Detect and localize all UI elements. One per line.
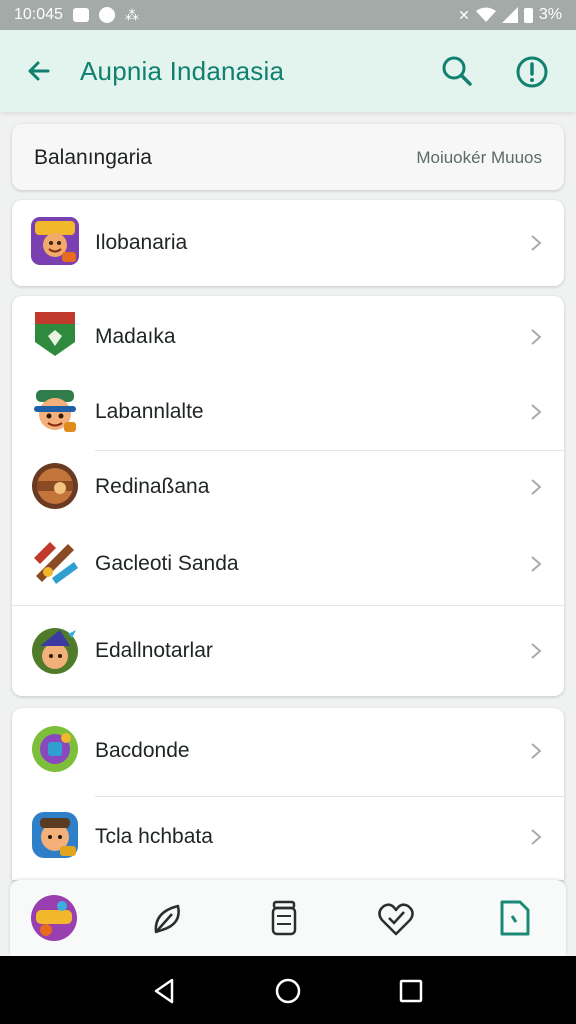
tools-icon: [34, 542, 78, 584]
summary-label: Balanıngaria: [34, 146, 152, 169]
list-item[interactable]: Madaıka: [12, 296, 564, 374]
status-time: 10:045: [14, 6, 63, 23]
battery-level: 3%: [538, 6, 562, 23]
wifi-icon: [475, 7, 496, 22]
mute-icon: ✕: [458, 7, 470, 23]
chevron-right-icon: [531, 479, 542, 495]
list-item-label: Madaıka: [95, 325, 176, 348]
heart-check-icon[interactable]: [372, 894, 420, 942]
status-right: ✕ 3%: [458, 6, 562, 24]
signal-dots-icon: ⁂: [124, 7, 139, 23]
barrel-icon: [32, 463, 78, 509]
chevron-right-icon: [531, 404, 542, 420]
game-logo-icon[interactable]: [30, 894, 78, 942]
chevron-right-icon: [531, 556, 542, 572]
summary-value: Moiuokér Muuos: [416, 148, 542, 167]
bottom-nav: [10, 880, 566, 956]
list-item-label: Edallnotarlar: [95, 639, 213, 662]
app-bar: Aupnia Indanasia: [0, 30, 576, 112]
list-item[interactable]: Edallnotarlar: [12, 606, 564, 696]
chevron-right-icon: [531, 329, 542, 345]
recents-square-icon[interactable]: [396, 976, 426, 1006]
status-left: 10:045 ⁂: [14, 6, 139, 24]
list-item[interactable]: Ilobanaria: [12, 200, 564, 286]
battery-icon: [523, 7, 533, 23]
system-nav-bar: [0, 956, 576, 1024]
list-item[interactable]: Bacdonde: [12, 708, 564, 796]
chevron-right-icon: [531, 829, 542, 845]
chevron-right-icon: [531, 743, 542, 759]
info-icon[interactable]: [512, 52, 552, 92]
circle-icon: [98, 7, 115, 23]
leaf-icon[interactable]: [144, 894, 192, 942]
home-circle-icon[interactable]: [273, 976, 303, 1006]
signal-icon: [501, 7, 518, 23]
summary-card[interactable]: Balanıngaria Moiuokér Muuos: [12, 124, 564, 190]
back-arrow-icon[interactable]: [22, 54, 56, 88]
list-item-label: Ilobanaria: [95, 231, 188, 254]
adventurer-character-icon: [32, 812, 78, 858]
wizard-character-icon: [32, 628, 78, 674]
list-group-2: Madaıka Labannlalte Redinaßana Gacleoti …: [12, 296, 564, 696]
image-icon: [72, 8, 89, 22]
page-title: Aupnia Indanasia: [80, 56, 285, 86]
potion-icon: [32, 726, 78, 772]
list-group-1: Ilobanaria: [12, 200, 564, 286]
list-item-label: Tcla hchbata: [95, 825, 213, 848]
list-item-label: Redinaßana: [95, 475, 210, 498]
list-item-label: Labannlalte: [95, 400, 204, 423]
list-item-label: Bacdonde: [95, 739, 190, 762]
list-item[interactable]: Labannlalte: [12, 374, 564, 450]
search-icon[interactable]: [438, 52, 476, 90]
list-group-3: Bacdonde Tcla hchbata: [12, 708, 564, 880]
pirate-character-icon: [34, 390, 76, 432]
status-bar: 10:045 ⁂ ✕ 3%: [0, 0, 576, 30]
chevron-right-icon: [531, 235, 542, 251]
list-item-label: Gacleoti Sanda: [95, 552, 239, 575]
list-item[interactable]: Redinaßana: [12, 451, 564, 525]
document-icon[interactable]: [490, 894, 538, 942]
chevron-right-icon: [531, 643, 542, 659]
game-character-icon: [31, 217, 79, 265]
back-triangle-icon[interactable]: [150, 976, 180, 1006]
shield-badge-icon: [35, 312, 75, 356]
list-item[interactable]: Tcla hchbata: [12, 797, 564, 880]
list-item[interactable]: Gacleoti Sanda: [12, 525, 564, 605]
jar-icon[interactable]: [260, 894, 308, 942]
